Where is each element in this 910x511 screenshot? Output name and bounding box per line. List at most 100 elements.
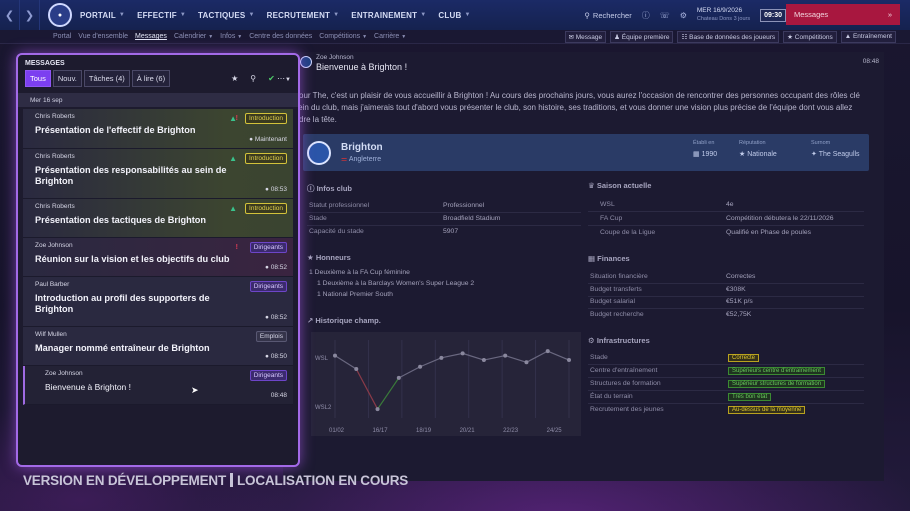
chart-line-segment [334, 355, 357, 370]
club-crest-icon[interactable]: ● [48, 3, 72, 27]
chevron-down-icon: ▼ [118, 12, 126, 18]
menu-portail[interactable]: PORTAIL ▼ [80, 11, 125, 20]
search-icon[interactable]: ⚲ [250, 74, 256, 83]
message-list: Chris Roberts Présentation de l'effectif… [18, 107, 298, 405]
subnav-portal[interactable]: Portal [53, 33, 71, 40]
message-content: Zoe Johnson Bienvenue à Brighton ! 08:48… [283, 52, 884, 481]
chart-line-segment [526, 350, 549, 363]
filter-new[interactable]: Nouv. [52, 69, 82, 87]
chevron-down-icon: ▼ [464, 12, 471, 18]
sub-navigation: Portal Vue d'ensemble Messages Calendrie… [0, 30, 910, 44]
subnav-career[interactable]: Carrière ▼ [374, 33, 406, 40]
double-chevron-right-icon: » [887, 10, 892, 19]
message-item[interactable]: Zoe Johnson Réunion sur la vision et les… [23, 238, 293, 277]
message-tag: Introduction [245, 113, 287, 124]
quick-first-team-button[interactable]: ♟ Équipe première [610, 31, 674, 43]
separator-bar [230, 473, 233, 487]
chevron-down-icon: ▼ [333, 12, 340, 18]
facility-badge: Au-dessus de la moyenne [728, 406, 806, 414]
quick-competitions-button[interactable]: ★ Compétitions [783, 31, 837, 43]
club-crest-icon [307, 140, 331, 165]
subnav-calendar[interactable]: Calendrier ▼ [174, 33, 213, 40]
menu-club[interactable]: CLUB ▼ [438, 11, 470, 20]
phone-icon[interactable]: ☏ [660, 11, 670, 20]
back-icon[interactable]: ❮ [0, 0, 20, 30]
chevron-down-icon: ▼ [362, 34, 368, 40]
chevron-down-icon: ▼ [208, 34, 214, 40]
time-display[interactable]: 09:30 [760, 8, 786, 22]
chart-y-label: WSL2 [315, 405, 332, 411]
chevron-down-icon: ▼ [420, 12, 427, 18]
facility-badge: Supérieur structures de formation [728, 380, 826, 388]
message-header: Zoe Johnson Bienvenue à Brighton ! 08:48 [283, 52, 884, 76]
subnav-data-centre[interactable]: Centre des données [249, 33, 312, 40]
chart-point [567, 358, 571, 363]
graduation-cap-icon: ▲ [229, 204, 237, 213]
star-icon: ★ [739, 151, 746, 158]
menu-entrainement[interactable]: ENTRAINEMENT ▼ [351, 11, 426, 20]
message-filters: Tous Nouv. Tâches (4) À lire (6) ★ ⚲ ✔ ⋯… [18, 69, 298, 87]
message-item[interactable]: Chris Roberts Présentation des tactiques… [23, 199, 293, 238]
chart-x-label: 24/25 [547, 428, 563, 434]
honour-item: 1 Deuxième à la Barclays Women's Super L… [317, 280, 475, 287]
chart-y-label: WSL [315, 356, 329, 362]
bird-icon: ✦ [811, 151, 817, 158]
menu-effectif[interactable]: EFFECTIF ▼ [137, 11, 186, 20]
chart-line-segment [419, 357, 442, 368]
chevron-down-icon: ▼ [285, 76, 291, 83]
club-reputation: Réputation ★ Nationale [739, 140, 777, 158]
historique-heading: ↗ Historique champ. [307, 316, 381, 325]
graduation-cap-icon: ▲ [229, 154, 237, 163]
subnav-messages[interactable]: Messages [135, 33, 167, 40]
settings-icon[interactable]: ⚙ [680, 11, 687, 20]
chart-point [545, 349, 550, 354]
subnav-competitions[interactable]: Compétitions ▼ [319, 33, 367, 40]
message-item[interactable]: Paul Barber Introduction au profil des s… [23, 277, 293, 327]
subnav-infos[interactable]: Infos ▼ [220, 33, 242, 40]
quick-message-button[interactable]: ✉ Message [564, 31, 607, 43]
subnav-overview[interactable]: Vue d'ensemble [78, 33, 128, 40]
filter-all[interactable]: Tous [25, 69, 51, 87]
menu-recrutement[interactable]: RECRUTEMENT ▼ [267, 11, 340, 20]
message-item-selected[interactable]: Zoe Johnson Bienvenue à Brighton ! Dirig… [23, 366, 293, 405]
quick-training-button[interactable]: ▲ Entraînement [840, 31, 896, 43]
message-item[interactable]: Chris Roberts Présentation de l'effectif… [23, 109, 293, 149]
league-history-chart[interactable]: WSL WSL2 01/02 16/17 18/19 20/21 22/23 24/25 [311, 332, 581, 436]
message-item[interactable]: Wilf Mullen Manager nommé entraîneur de … [23, 327, 293, 366]
chart-point [503, 353, 508, 358]
menu-tactiques[interactable]: TACTIQUES ▼ [198, 11, 255, 20]
message-title: Bienvenue à Brighton ! [316, 62, 408, 72]
calendar-icon: ▦ [693, 151, 700, 158]
chevron-down-icon: ▼ [401, 34, 407, 40]
chart-point [333, 353, 337, 358]
message-tag: Introduction [245, 203, 287, 214]
info-icon[interactable]: ⓘ [642, 10, 650, 21]
graduation-cap-icon: ▲ [229, 114, 237, 123]
message-tag: Dirigeants [249, 281, 287, 292]
forward-icon[interactable]: ❯ [20, 0, 40, 30]
message-tag: Dirigeants [249, 242, 287, 253]
chart-point [481, 358, 486, 363]
honour-item: 1 Deuxième à la FA Cup féminine [309, 269, 410, 276]
club-card[interactable]: Brighton ⚌ Angleterre Établi en ▦ 1990 R… [303, 134, 869, 171]
infrastructures-heading: ⚙ Infrastructures [588, 336, 650, 345]
chart-x-label: 22/23 [503, 428, 519, 434]
check-icon: ✔ [268, 73, 275, 83]
search-button[interactable]: ⚲ Rechercher [584, 11, 631, 20]
flag-icon: ⚌ [341, 156, 348, 163]
chart-point [375, 407, 380, 412]
chart-x-label: 01/02 [329, 428, 345, 434]
messages-continue-button[interactable]: Messages » [786, 4, 900, 25]
saison-heading: ♛ Saison actuelle [588, 181, 652, 190]
messages-panel-title: MESSAGES [25, 60, 65, 67]
message-item[interactable]: Chris Roberts Présentation des responsab… [23, 149, 293, 199]
filter-unread[interactable]: À lire (6) [131, 69, 171, 87]
more-options-button[interactable]: ✔ ⋯▼ [268, 74, 291, 83]
star-icon[interactable]: ★ [231, 74, 238, 83]
top-navigation: ❮ ❯ ● PORTAIL ▼ EFFECTIF ▼ TACTIQUES ▼ RECR… [0, 0, 910, 30]
date-separator: Mer 16 sep [18, 93, 298, 107]
quick-player-database-button[interactable]: ☷ Base de données des joueurs [677, 31, 780, 43]
facility-badge: Très bon état [728, 393, 772, 401]
filter-tasks[interactable]: Tâches (4) [83, 69, 130, 87]
chart-point [439, 355, 444, 360]
